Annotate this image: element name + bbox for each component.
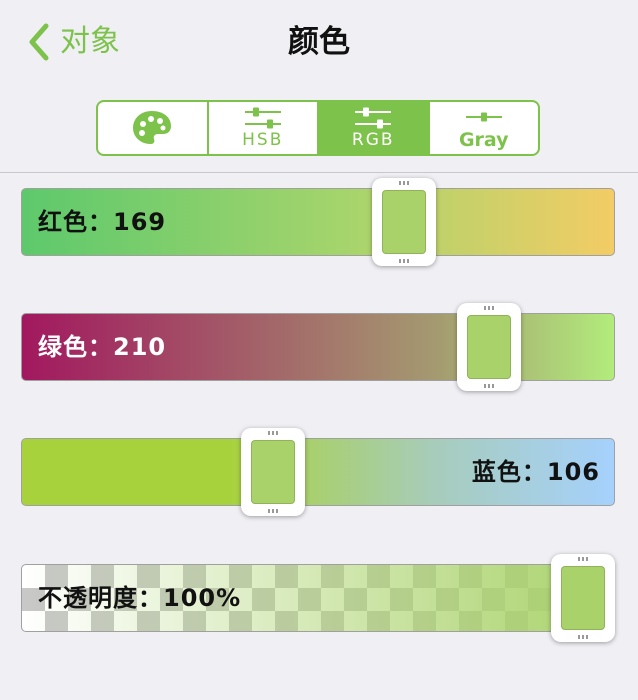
grip-icon [399, 181, 410, 185]
slider-icon [465, 112, 502, 121]
color-swatch [251, 440, 296, 504]
color-mode-segmented-control: HSB RGB Gray [96, 100, 540, 156]
navigation-bar: 对象 颜色 [0, 0, 638, 88]
sliders-icon [244, 107, 281, 128]
green-slider-track[interactable]: 绿色：210 [21, 313, 615, 381]
color-swatch [382, 190, 427, 254]
blue-value-label: 蓝色：106 [471, 458, 600, 486]
green-value-label: 绿色：210 [38, 333, 167, 361]
red-value-label: 红色：169 [38, 208, 167, 236]
palette-icon [133, 111, 172, 144]
tab-gray-label: Gray [458, 128, 509, 151]
grip-icon [268, 509, 279, 513]
grip-icon [268, 431, 279, 435]
tab-palette[interactable] [98, 102, 209, 154]
grip-icon [484, 384, 495, 388]
opacity-slider-thumb[interactable] [551, 554, 615, 642]
color-swatch [467, 315, 512, 379]
red-slider-track[interactable]: 红色：169 [21, 188, 615, 256]
grip-icon [578, 557, 588, 561]
color-swatch [561, 566, 605, 630]
page-title: 颜色 [288, 24, 350, 60]
grip-icon [399, 259, 410, 263]
tab-rgb-label: RGB [351, 129, 395, 150]
opacity-slider-track[interactable]: 不透明度：100% [21, 564, 615, 632]
tab-gray[interactable]: Gray [430, 102, 539, 154]
blue-slider-track[interactable]: 蓝色：106 [21, 438, 615, 506]
tab-hsb[interactable]: HSB [209, 102, 319, 154]
tab-rgb[interactable]: RGB [319, 102, 430, 154]
grip-icon [484, 306, 495, 310]
sliders-icon [355, 107, 392, 128]
grip-icon [578, 635, 588, 639]
divider [0, 172, 638, 173]
red-slider-thumb[interactable] [372, 178, 437, 266]
blue-slider-thumb[interactable] [241, 428, 306, 516]
green-slider-thumb[interactable] [457, 303, 522, 391]
tab-hsb-label: HSB [242, 129, 284, 150]
opacity-value-label: 不透明度：100% [38, 584, 242, 612]
